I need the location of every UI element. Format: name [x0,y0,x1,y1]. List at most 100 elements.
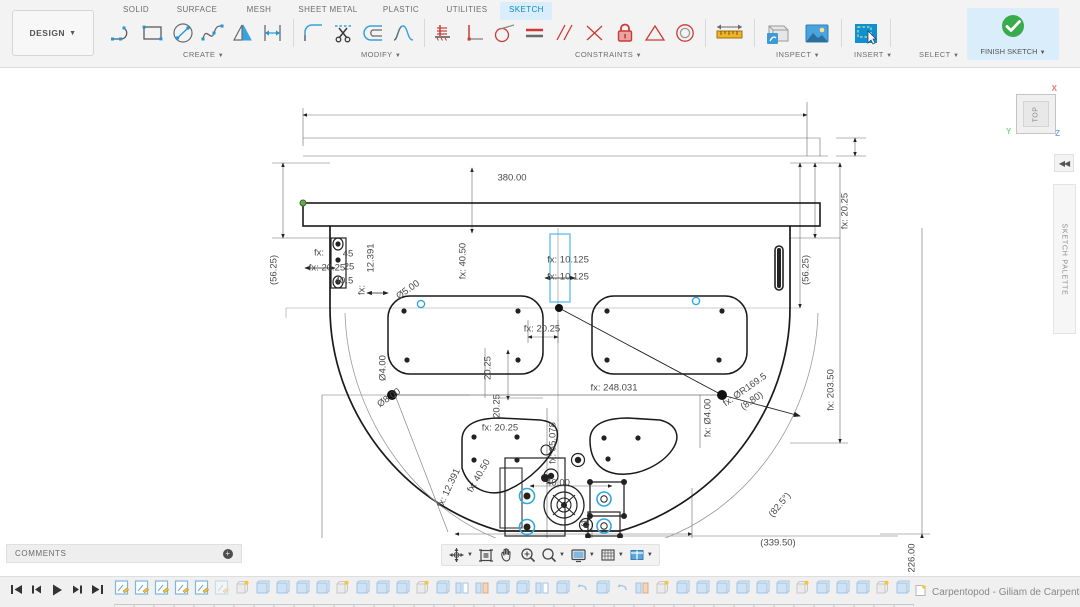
insert-derive-icon[interactable] [760,18,798,48]
view-cube-body[interactable]: TOP [1016,94,1056,134]
timeline-node[interactable] [734,580,752,597]
dim-partial-1[interactable]: (1 [580,519,591,527]
tangent-icon[interactable] [490,18,520,48]
group-label-insert[interactable]: INSERT ▼ [854,50,892,59]
dim-22600[interactable]: 226.00 [907,543,918,572]
ground-icon[interactable] [430,18,460,48]
dim-fx-prefix-b[interactable]: fx: [357,285,368,295]
timeline-node[interactable] [314,580,332,597]
display-settings-icon[interactable]: ▼ [568,545,597,565]
mirror-icon[interactable] [228,18,258,48]
midpoint-icon[interactable] [640,18,670,48]
group-label-modify[interactable]: MODIFY ▼ [361,50,401,59]
timeline-node[interactable] [714,580,732,597]
line-icon[interactable] [108,18,138,48]
dim-overall-width[interactable]: 380.00 [497,173,526,184]
timeline-node[interactable] [254,580,272,597]
timeline-node[interactable] [294,580,312,597]
timeline-node[interactable] [774,580,792,597]
timeline-node[interactable] [334,580,352,597]
dim-fx-248031[interactable]: fx: 248.031 [590,383,637,394]
dim-dia-800[interactable]: Ø8.00 [375,386,403,410]
break-icon[interactable] [389,18,419,48]
fix-lock-icon[interactable] [610,18,640,48]
workspace-switcher-button[interactable]: DESIGN ▼ [12,10,94,56]
sketch-canvas[interactable]: 380.00fx: 20.25(56.25)(56.25)fx: 40.50fx… [0,68,1080,538]
circle-icon[interactable] [168,18,198,48]
timeline-node[interactable] [574,580,592,597]
group-label-constraints[interactable]: CONSTRAINTS ▼ [575,50,642,59]
timeline-node[interactable] [594,580,612,597]
step-forward-icon[interactable] [71,583,84,601]
pan-hand-icon[interactable] [497,545,517,565]
dim-fx-2025-left[interactable]: fx: 20.25 [309,263,345,274]
timeline-node[interactable] [114,580,132,597]
timeline-node[interactable] [434,580,452,597]
add-comment-icon[interactable]: + [223,549,233,559]
go-to-end-icon[interactable] [91,583,104,601]
timeline-node[interactable] [374,580,392,597]
timeline-node[interactable] [414,580,432,597]
finish-sketch-button[interactable]: FINISH SKETCH ▼ [967,8,1059,60]
measure-icon[interactable] [711,18,749,48]
orbit-icon[interactable]: ▼ [446,545,475,565]
comments-bar[interactable]: COMMENTS + [6,544,242,563]
timeline-node[interactable] [854,580,872,597]
collapse-right-icon[interactable]: ◀◀ [1054,154,1074,172]
select-window-icon[interactable] [847,18,885,48]
dim-825-deg[interactable]: (82.5°) [767,491,794,520]
dim-fx-2025-top-right[interactable]: fx: 20.25 [840,193,851,229]
timeline-node[interactable] [634,580,652,597]
timeline-node[interactable] [214,580,232,597]
dim-45[interactable]: 45 [343,249,354,260]
view-cube[interactable]: TOP X Y Z [1008,86,1064,142]
sketch-palette-rail[interactable]: SKETCH PALETTE [1053,184,1076,334]
timeline-node[interactable] [234,580,252,597]
zoom-icon[interactable]: ▼ [539,545,567,565]
dim-12391-upper[interactable]: 12.391 [366,243,377,272]
timeline-node[interactable] [394,580,412,597]
concentric-icon[interactable] [670,18,700,48]
dim-fx-10125-b[interactable]: fx: 10.125 [547,272,589,283]
viewports-icon[interactable]: ▼ [627,545,655,565]
dim-2025-mid-b[interactable]: 20.25 [492,394,503,418]
dim-fx-10125-a[interactable]: fx: 10.125 [547,255,589,266]
timeline-node[interactable] [894,580,912,597]
dim-fx-85078[interactable]: fx: 85.078 [548,422,559,464]
timeline-node[interactable] [834,580,852,597]
spline-icon[interactable] [198,18,228,48]
offset-distance-icon[interactable] [258,18,288,48]
parallel-icon[interactable] [550,18,580,48]
symmetry-icon[interactable] [580,18,610,48]
dim-5625-left[interactable]: (56.25) [269,255,280,285]
view-cube-face[interactable]: TOP [1023,101,1049,127]
dim-fx-12391-lower[interactable]: fx: 12.391 [435,467,463,509]
offset-icon[interactable] [359,18,389,48]
equal-icon[interactable] [520,18,550,48]
zoom-window-icon[interactable] [518,545,538,565]
timeline-node[interactable] [274,580,292,597]
fit-icon[interactable] [476,545,496,565]
dim-fx-2025-center[interactable]: fx: 20.25 [524,324,560,335]
dim-fx-4050-lower[interactable]: fx: 40.50 [465,457,493,494]
timeline-node[interactable] [654,580,672,597]
dim-4000[interactable]: 40.00 [546,478,570,489]
dim-fx-prefix-a[interactable]: fx: [314,248,324,259]
timeline-node[interactable] [794,580,812,597]
dim-fx-20350[interactable]: fx: 203.50 [826,369,837,411]
fillet-icon[interactable] [299,18,329,48]
group-label-create[interactable]: CREATE ▼ [183,50,224,59]
dim-fx-dia-400-right[interactable]: fx: Ø4.00 [703,399,714,438]
timeline-node[interactable] [694,580,712,597]
timeline-node[interactable] [474,580,492,597]
go-to-beginning-icon[interactable] [10,583,23,601]
trim-icon[interactable] [329,18,359,48]
timeline-feature-track[interactable] [114,577,914,607]
timeline-node[interactable] [554,580,572,597]
play-icon[interactable] [50,583,64,602]
grid-snap-icon[interactable]: ▼ [598,545,626,565]
dim-dia-500[interactable]: Ø5.00 [394,278,422,302]
dim-5625-right[interactable]: (56.25) [801,255,812,285]
dim-dia-400-left[interactable]: Ø4.00 [378,355,389,381]
timeline-node[interactable] [754,580,772,597]
